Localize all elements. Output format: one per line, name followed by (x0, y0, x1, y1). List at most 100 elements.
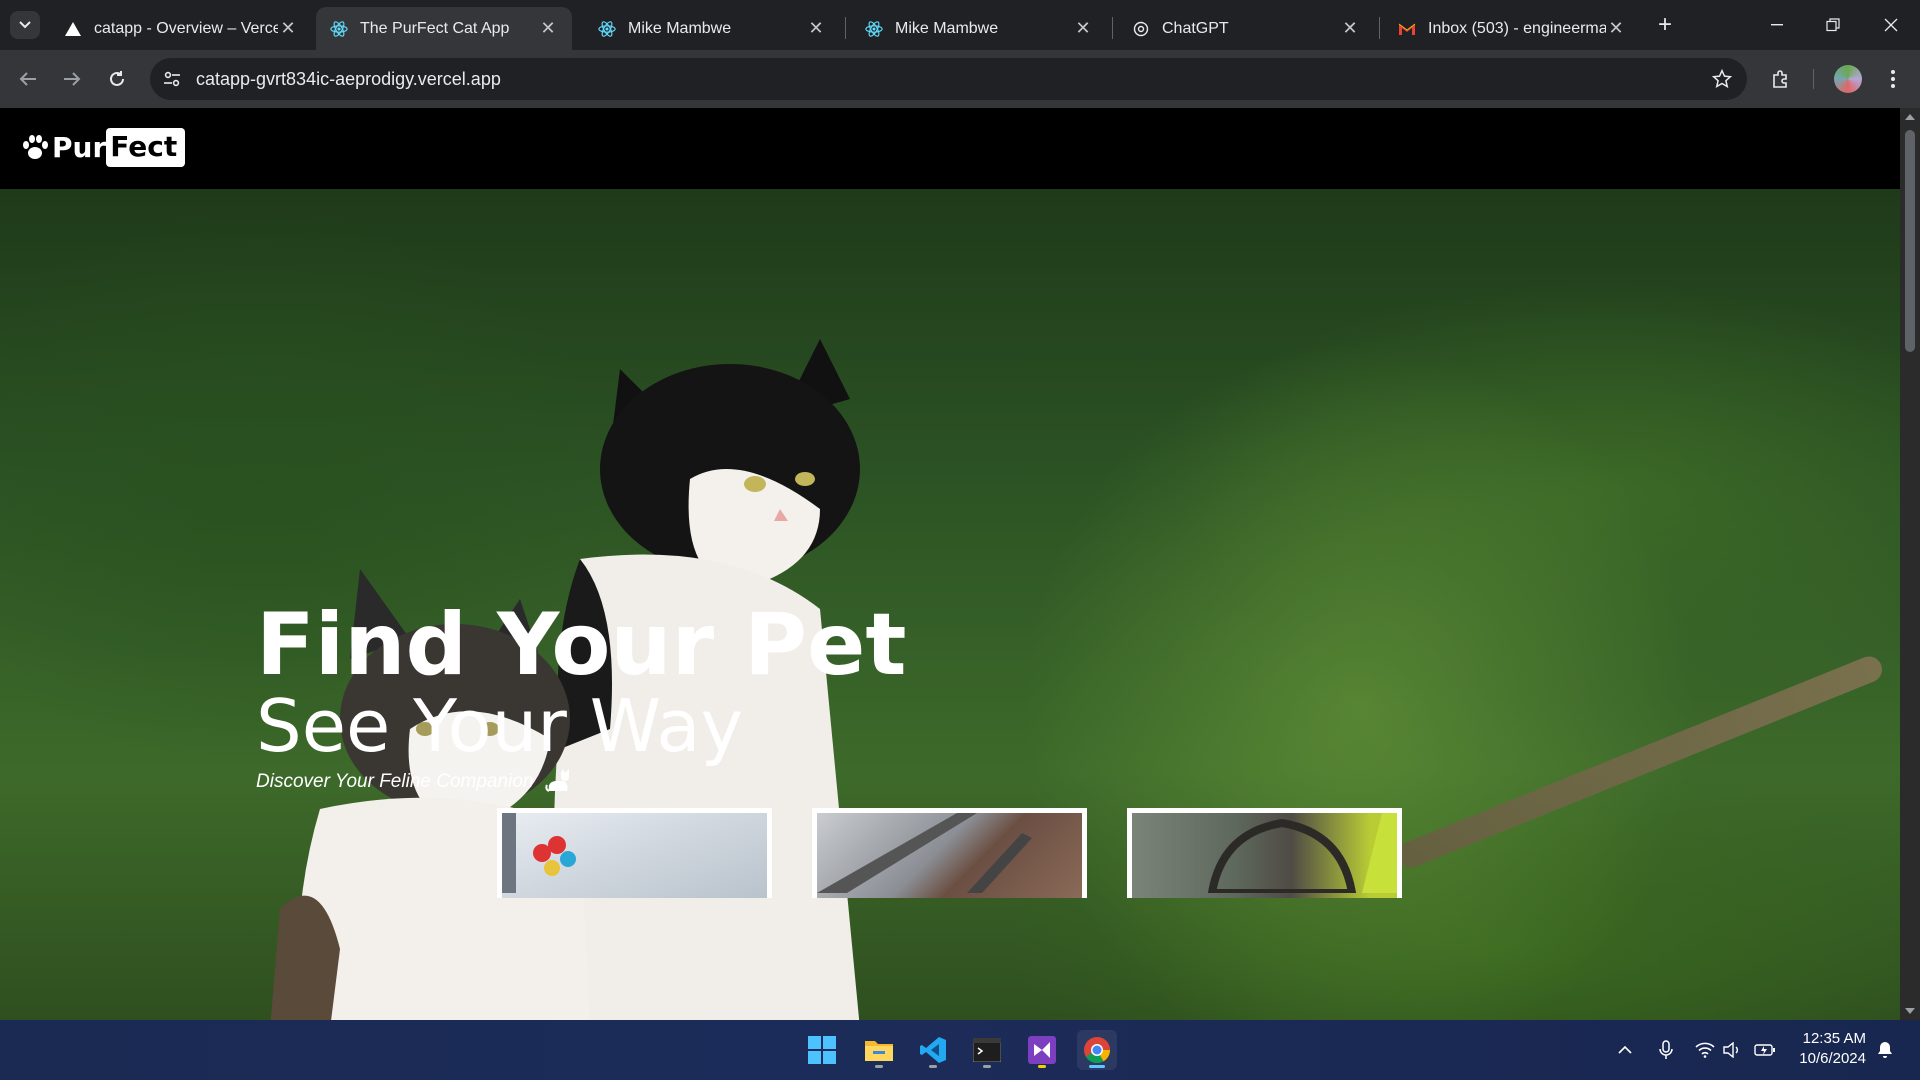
paw-icon (23, 134, 48, 159)
tab-chatgpt[interactable]: ChatGPT ✕ (1118, 7, 1374, 50)
volume-tray[interactable] (1720, 1038, 1744, 1062)
reload-icon (110, 71, 124, 86)
running-indicator (1089, 1065, 1105, 1068)
site-logo[interactable]: Pur Fect (20, 128, 186, 167)
close-icon[interactable]: ✕ (1606, 18, 1626, 39)
chrome-menu-button[interactable] (1878, 64, 1908, 94)
new-tab-button[interactable]: + (1652, 11, 1678, 38)
close-icon[interactable]: ✕ (538, 18, 558, 39)
chevron-up-icon (1618, 1045, 1632, 1054)
hero-background-branch (1394, 652, 1886, 872)
running-indicator (875, 1065, 883, 1068)
puzzle-icon (1773, 70, 1787, 88)
clock-time: 12:35 AM (1802, 1030, 1866, 1047)
hero-section: Find Your Pet See Your Way Discover Your… (0, 189, 1900, 1020)
taskbar-chrome[interactable] (1077, 1030, 1117, 1070)
windows-start-icon (808, 1036, 836, 1064)
cat-thumbnail-2[interactable] (812, 808, 1087, 898)
restore-icon (1826, 18, 1840, 32)
close-icon[interactable]: ✕ (1073, 18, 1093, 39)
cat-thumbnails (497, 808, 1402, 898)
scrollbar-thumb[interactable] (1905, 130, 1915, 352)
visual-studio-icon (1028, 1036, 1056, 1064)
battery-tray[interactable] (1753, 1038, 1777, 1062)
page-scrollbar[interactable] (1900, 108, 1920, 1020)
browser-toolbar: catapp-gvrt834ic-aeprodigy.vercel.app (0, 50, 1920, 108)
cat-icon (545, 769, 570, 792)
hero-subtitle: See Your Way (256, 684, 744, 768)
logo-text-pur: Pur (52, 131, 107, 164)
browser-tab-strip: catapp - Overview – Vercel ✕ The PurFect… (0, 0, 1920, 50)
notifications-button[interactable] (1873, 1038, 1897, 1062)
network-tray[interactable] (1693, 1038, 1717, 1062)
vercel-icon (64, 20, 82, 38)
tab-title: Mike Mambwe (628, 19, 732, 37)
cat-thumbnail-3[interactable] (1127, 808, 1402, 898)
bookmark-star-icon[interactable] (1711, 68, 1733, 90)
tab-separator (845, 17, 846, 39)
tab-title: The PurFect Cat App (360, 19, 510, 37)
taskbar-terminal[interactable] (967, 1030, 1007, 1070)
cat-thumbnail-1[interactable] (497, 808, 772, 898)
vscode-icon (920, 1037, 946, 1063)
tab-vercel[interactable]: catapp - Overview – Vercel ✕ (50, 7, 312, 50)
microphone-icon (1659, 1040, 1673, 1059)
gmail-icon (1398, 20, 1416, 38)
back-button[interactable] (13, 64, 43, 94)
toolbar-divider (1813, 69, 1814, 89)
url-text[interactable]: catapp-gvrt834ic-aeprodigy.vercel.app (196, 69, 501, 90)
logo-text-fect: Fect (106, 128, 186, 167)
profile-avatar[interactable] (1834, 65, 1862, 93)
chevron-down-icon (19, 21, 31, 29)
running-indicator (929, 1065, 937, 1068)
clock-date: 10/6/2024 (1799, 1050, 1866, 1067)
arrow-left-icon (19, 72, 36, 86)
close-icon[interactable]: ✕ (278, 18, 298, 39)
chatgpt-icon (1132, 20, 1150, 38)
taskbar-vscode[interactable] (913, 1030, 953, 1070)
minimize-button[interactable] (1759, 10, 1795, 40)
restore-button[interactable] (1815, 10, 1851, 40)
hero-tagline: Discover Your Feline Companion (256, 769, 906, 795)
react-icon (598, 20, 616, 38)
close-icon (1884, 18, 1898, 32)
taskbar-clock[interactable]: 12:35 AM 10/6/2024 (1786, 1029, 1866, 1069)
close-icon[interactable]: ✕ (1340, 18, 1360, 39)
window-cat-image (817, 813, 1032, 893)
tab-title: ChatGPT (1162, 19, 1229, 37)
tab-mike-mambwe-1[interactable]: Mike Mambwe ✕ (584, 7, 840, 50)
tab-purfect[interactable]: The PurFect Cat App ✕ (316, 7, 572, 50)
forward-button[interactable] (57, 64, 87, 94)
chrome-icon (1084, 1037, 1111, 1064)
address-bar[interactable]: catapp-gvrt834ic-aeprodigy.vercel.app (150, 58, 1747, 100)
site-info-icon[interactable] (162, 69, 182, 89)
tab-gmail[interactable]: Inbox (503) - engineerman ✕ (1384, 7, 1640, 50)
taskbar-file-explorer[interactable] (859, 1030, 899, 1070)
tab-title: catapp - Overview – Vercel (94, 19, 278, 37)
terminal-icon (973, 1038, 1001, 1062)
toy-image (502, 813, 576, 893)
scroll-up-arrow-icon[interactable] (1905, 114, 1915, 120)
close-window-button[interactable] (1873, 10, 1909, 40)
microphone-tray[interactable] (1654, 1038, 1678, 1062)
arrow-right-icon (64, 72, 81, 86)
speaker-icon (1723, 1042, 1738, 1058)
windows-taskbar: 12:35 AM 10/6/2024 (0, 1020, 1920, 1080)
taskbar-visual-studio[interactable] (1022, 1030, 1062, 1070)
tab-mike-mambwe-2[interactable]: Mike Mambwe ✕ (851, 7, 1107, 50)
start-button[interactable] (802, 1030, 842, 1070)
scroll-down-arrow-icon[interactable] (1905, 1008, 1915, 1014)
hero-title: Find Your Pet (256, 595, 907, 695)
hero-text-block: Find Your Pet See Your Way Discover Your… (256, 599, 906, 795)
reload-button[interactable] (102, 64, 132, 94)
battery-charging-icon (1754, 1044, 1775, 1056)
tab-title: Mike Mambwe (895, 19, 999, 37)
extensions-button[interactable] (1766, 64, 1796, 94)
hero-tagline-text: Discover Your Feline Companion (256, 771, 534, 792)
close-icon[interactable]: ✕ (806, 18, 826, 39)
tab-separator (1112, 17, 1113, 39)
tab-search-button[interactable] (10, 11, 40, 39)
file-explorer-icon (865, 1041, 893, 1061)
show-hidden-icons-button[interactable] (1613, 1038, 1637, 1062)
site-header: Pur Fect (0, 108, 1900, 189)
